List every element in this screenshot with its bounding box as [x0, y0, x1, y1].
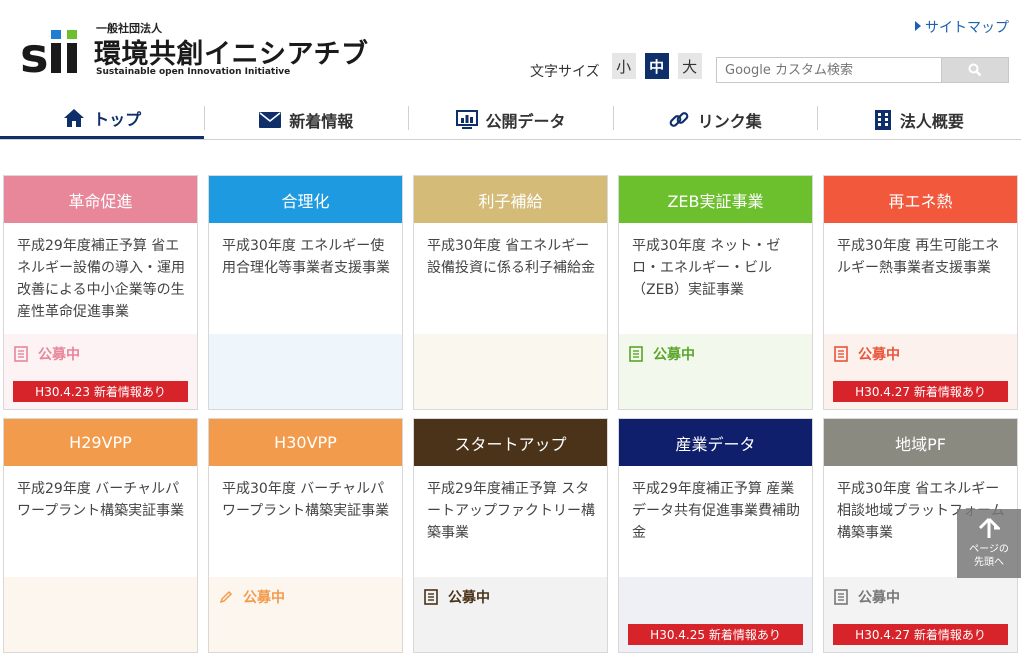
document-icon [629, 346, 648, 362]
nav-item-label: トップ [93, 110, 142, 129]
news-badge[interactable]: H30.4.27 新着情報あり [833, 624, 1008, 645]
site-header: s 一般社団法人 環境共創イニシアチブ Sustainable open Inn… [0, 0, 1021, 100]
sii-logo-icon: s [20, 28, 77, 78]
status-label: 公募中 [653, 347, 695, 363]
page-top-line2: 先頭へ [974, 557, 1004, 568]
status-label: 公募中 [858, 590, 900, 606]
card-footer: 公募中 [414, 577, 607, 652]
project-card[interactable]: ZEB実証事業平成30年度 ネット・ゼロ・エネルギー・ビル（ZEB）実証事業公募… [618, 175, 813, 410]
page-top-line1: ページの [969, 544, 1009, 555]
card-footer [4, 577, 197, 652]
font-size-switcher: 文字サイズ 小 中 大 [530, 53, 711, 80]
card-title[interactable]: 合理化 [209, 176, 402, 223]
card-title[interactable]: 再エネ熱 [824, 176, 1017, 223]
project-card[interactable]: 再エネ熱平成30年度 再生可能エネルギー熱事業者支援事業公募中 H30.4.27 … [823, 175, 1018, 410]
home-icon [63, 108, 85, 128]
project-card[interactable]: H29VPP 平成29年度 バーチャルパワープラント構築実証事業 [3, 418, 198, 653]
sitemap-link[interactable]: サイトマップ [915, 17, 1009, 37]
logo-name: 環境共創イニシアチブ [94, 39, 369, 70]
status-label: 公募中 [858, 347, 900, 363]
card-footer: 公募中 H30.4.23 新着情報あり [4, 334, 197, 409]
card-footer: 公募中 [619, 334, 812, 409]
font-size-large-button[interactable]: 大 [677, 53, 702, 79]
nav-item-label: リンク集 [697, 111, 762, 131]
card-footer [209, 334, 402, 409]
card-footer: H30.4.25 新着情報あり [619, 577, 812, 652]
card-title[interactable]: H30VPP [209, 419, 402, 466]
search-box [716, 57, 1009, 83]
status-label: 公募中 [243, 590, 285, 606]
font-size-small-button[interactable]: 小 [611, 53, 636, 79]
card-description: 平成29年度補正予算 産業データ共有促進事業費補助金 [632, 481, 800, 541]
font-size-label: 文字サイズ [530, 64, 600, 80]
card-description: 平成30年度 ネット・ゼロ・エネルギー・ビル（ZEB）実証事業 [632, 238, 781, 298]
card-description: 平成30年度 エネルギー使用合理化等事業者支援事業 [222, 238, 390, 276]
project-card[interactable]: H30VPP 平成30年度 バーチャルパワープラント構築実証事業公募中 [208, 418, 403, 653]
nav-item-label: 新着情報 [289, 111, 354, 131]
nav-item-label: 公開データ [485, 111, 566, 131]
nav-item-about[interactable]: 法人概要 [816, 100, 1021, 139]
building-icon [874, 109, 892, 131]
logo-subtitle: Sustainable open Innovation Initiative [96, 67, 291, 77]
document-icon [14, 346, 33, 362]
document-icon [424, 589, 443, 605]
card-description: 平成30年度 再生可能エネルギー熱事業者支援事業 [837, 238, 1000, 276]
nav-item-public-data[interactable]: 公開データ [408, 100, 612, 139]
card-title[interactable]: ZEB実証事業 [619, 176, 812, 223]
search-button[interactable] [941, 57, 1009, 83]
link-icon [668, 109, 690, 131]
project-card[interactable]: 合理化平成30年度 エネルギー使用合理化等事業者支援事業 [208, 175, 403, 410]
search-icon [968, 63, 982, 77]
card-description: 平成29年度補正予算 省エネルギー設備の導入・運用改善による中小企業等の生産性革… [17, 238, 185, 320]
recruiting-status: 公募中 [14, 344, 80, 364]
card-title[interactable]: 産業データ [619, 419, 812, 466]
card-description: 平成30年度 省エネルギー設備投資に係る利子補給金 [427, 238, 595, 276]
card-footer: 公募中 [209, 577, 402, 652]
global-nav: トップ 新着情報 公開データ リンク集 法人概要 [0, 100, 1021, 140]
card-footer: 公募中 H30.4.27 新着情報あり [824, 577, 1017, 652]
card-title[interactable]: 革命促進 [4, 176, 197, 223]
card-footer [414, 334, 607, 409]
font-size-medium-button[interactable]: 中 [644, 53, 669, 79]
recruiting-status: 公募中 [834, 587, 900, 607]
recruiting-status: 公募中 [424, 587, 490, 607]
card-description: 平成29年度 バーチャルパワープラント構築実証事業 [17, 481, 185, 519]
nav-item-label: 法人概要 [899, 111, 964, 131]
status-label: 公募中 [38, 347, 80, 363]
card-title[interactable]: 地域PF [824, 419, 1017, 466]
mail-icon [259, 111, 282, 128]
nav-item-links[interactable]: リンク集 [612, 100, 817, 139]
svg-text:s: s [20, 28, 47, 78]
card-title[interactable]: スタートアップ [414, 419, 607, 466]
nav-item-top[interactable]: トップ [0, 100, 205, 139]
news-badge[interactable]: H30.4.23 新着情報あり [13, 381, 188, 402]
document-icon [834, 589, 853, 605]
project-card[interactable]: スタートアップ平成29年度補正予算 スタートアップファクトリー構築事業公募中 [413, 418, 608, 653]
arrow-up-icon [978, 517, 1002, 538]
recruiting-status: 公募中 [629, 344, 695, 364]
recruiting-status: 公募中 [219, 587, 285, 607]
news-badge[interactable]: H30.4.25 新着情報あり [628, 624, 803, 645]
project-card[interactable]: 利子補給平成30年度 省エネルギー設備投資に係る利子補給金 [413, 175, 608, 410]
card-title[interactable]: H29VPP [4, 419, 197, 466]
page-top-button[interactable]: ページの 先頭へ [957, 509, 1021, 578]
nav-item-news[interactable]: 新着情報 [204, 100, 408, 139]
recruiting-status: 公募中 [834, 344, 900, 364]
card-footer: 公募中 H30.4.27 新着情報あり [824, 334, 1017, 409]
card-title[interactable]: 利子補給 [414, 176, 607, 223]
document-icon [834, 346, 853, 362]
project-card[interactable]: 革命促進平成29年度補正予算 省エネルギー設備の導入・運用改善による中小企業等の… [3, 175, 198, 410]
triangle-right-icon [915, 21, 921, 31]
pencil-icon [219, 590, 238, 604]
project-card[interactable]: 産業データ平成29年度補正予算 産業データ共有促進事業費補助金 H30.4.25 … [618, 418, 813, 653]
news-badge[interactable]: H30.4.27 新着情報あり [833, 381, 1008, 402]
search-input[interactable] [716, 57, 941, 83]
card-description: 平成29年度補正予算 スタートアップファクトリー構築事業 [427, 481, 595, 541]
status-label: 公募中 [448, 590, 490, 606]
sitemap-label: サイトマップ [925, 20, 1009, 36]
card-description: 平成30年度 バーチャルパワープラント構築実証事業 [222, 481, 390, 519]
monitor-chart-icon [455, 109, 478, 130]
